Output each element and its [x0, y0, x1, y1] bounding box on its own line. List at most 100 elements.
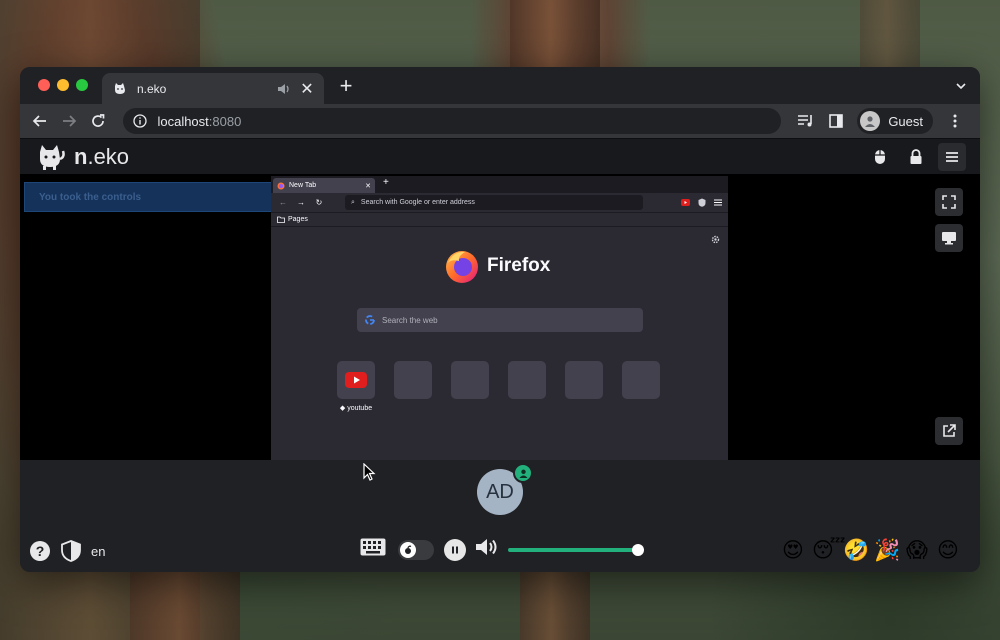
emoji-heart-eyes[interactable]: 😍 — [781, 538, 805, 562]
pause-button[interactable] — [444, 538, 466, 561]
external-link-icon — [943, 424, 956, 437]
top-site-tile[interactable] — [622, 361, 660, 399]
shield-extension-icon[interactable] — [698, 198, 706, 207]
profile-name: Guest — [888, 113, 923, 129]
firefox-forward-icon[interactable]: → — [295, 197, 307, 209]
shield-icon — [61, 540, 81, 562]
mouse-control-button[interactable] — [866, 143, 894, 171]
volume-high-icon — [476, 539, 497, 555]
firefox-address-bar[interactable]: ⌕ Search with Google or enter address — [345, 195, 643, 210]
side-menu-button[interactable] — [938, 143, 966, 171]
new-tab-button[interactable]: + — [336, 75, 356, 97]
neko-controls: AD ? en 😍 😴 🤣 🎉 😱 😊 — [20, 460, 980, 572]
neko-cat-icon — [115, 82, 125, 94]
chevron-down-icon[interactable] — [954, 79, 968, 93]
logo-bold: n — [74, 143, 88, 169]
host-user-icon — [513, 463, 533, 483]
reload-icon — [92, 114, 105, 127]
media-control-button[interactable] — [796, 111, 816, 131]
screen-resolution-button[interactable] — [935, 224, 963, 252]
firefox-bookmarks-bar: Pages — [271, 213, 728, 227]
emoji-rofl[interactable]: 🤣 — [843, 538, 869, 562]
firefox-logo-icon — [446, 251, 478, 283]
firefox-address-placeholder: Search with Google or enter address — [360, 199, 475, 206]
firefox-close-tab-icon[interactable]: ✕ — [365, 182, 371, 190]
neko-cat-logo-icon — [40, 144, 65, 170]
profile-button[interactable]: Guest — [857, 108, 933, 134]
control-toggle[interactable] — [398, 539, 434, 560]
mouse-cursor-icon — [363, 463, 376, 481]
emoji-scream[interactable]: 😱 — [905, 538, 929, 562]
close-tab-icon[interactable]: ✕ — [300, 79, 314, 99]
browser-toolbar: localhost:8080 Guest — [20, 104, 980, 138]
volume-slider[interactable] — [508, 543, 644, 556]
youtube-extension-icon[interactable] — [681, 199, 690, 206]
firefox-new-tab-button[interactable]: + — [383, 177, 389, 188]
lock-button[interactable] — [902, 143, 930, 171]
volume-slider-handle[interactable] — [631, 543, 644, 556]
arrow-left-icon — [32, 115, 46, 127]
browser-window: n.eko ✕ + localhost:8080 Guest n .eko Y… — [20, 67, 980, 572]
firefox-reload-icon[interactable]: ↻ — [313, 197, 325, 209]
fullscreen-button[interactable] — [935, 188, 963, 216]
kebab-menu-icon — [953, 114, 957, 128]
question-icon: ? — [30, 541, 50, 561]
firefox-menu-icon[interactable] — [714, 199, 722, 206]
firefox-search-placeholder: Search the web — [382, 315, 438, 325]
firefox-search-box[interactable]: Search the web — [357, 308, 643, 332]
keyboard-button[interactable] — [360, 538, 386, 561]
close-window-button[interactable] — [38, 79, 50, 91]
folder-icon — [277, 216, 285, 223]
speaker-icon[interactable] — [276, 82, 292, 96]
help-button[interactable]: ? — [29, 540, 51, 562]
firefox-tab-bar: New Tab ✕ + — [271, 176, 728, 193]
remote-video[interactable]: You took the controls New Tab ✕ + ← → ↻ … — [20, 174, 980, 460]
reload-button[interactable] — [88, 111, 107, 131]
address-bar[interactable]: localhost:8080 — [123, 108, 782, 134]
logo-rest: .eko — [87, 143, 130, 169]
tab-strip: n.eko ✕ + — [20, 67, 980, 104]
maximize-window-button[interactable] — [76, 79, 88, 91]
lock-open-icon — [405, 545, 412, 554]
security-button[interactable] — [60, 540, 82, 562]
popout-button[interactable] — [935, 417, 963, 445]
youtube-icon — [345, 372, 367, 388]
top-site-label-text: youtube — [347, 405, 373, 412]
browser-menu-button[interactable] — [945, 111, 965, 131]
back-button[interactable] — [30, 111, 49, 131]
neko-header: n .eko — [20, 138, 980, 174]
keyboard-icon — [360, 538, 386, 556]
pause-icon — [452, 546, 458, 553]
controls-banner: You took the controls — [24, 182, 282, 212]
tree-trunk-right — [860, 0, 920, 70]
gear-icon[interactable] — [711, 235, 720, 244]
top-site-tile[interactable] — [451, 361, 489, 399]
volume-button[interactable] — [474, 537, 502, 562]
side-panel-button[interactable] — [826, 111, 846, 131]
tab-neko[interactable]: n.eko ✕ — [102, 73, 324, 104]
monitor-icon — [942, 232, 956, 245]
neko-logo: n .eko — [36, 143, 129, 171]
svg-text:?: ? — [36, 543, 45, 559]
remote-firefox-window[interactable]: New Tab ✕ + ← → ↻ ⌕ Search with Google o… — [271, 176, 728, 460]
forward-button[interactable] — [59, 111, 78, 131]
emoji-smile[interactable]: 😊 — [936, 538, 960, 562]
language-selector[interactable]: en — [91, 544, 105, 559]
tree-trunk-center — [510, 0, 600, 70]
top-site-tile[interactable] — [337, 361, 375, 399]
minimize-window-button[interactable] — [57, 79, 69, 91]
top-site-tile[interactable] — [394, 361, 432, 399]
bookmark-folder-label[interactable]: Pages — [288, 216, 308, 223]
top-site-tile[interactable] — [508, 361, 546, 399]
emoji-sleeping[interactable]: 😴 — [812, 538, 846, 562]
side-panel-icon — [829, 114, 844, 128]
info-icon[interactable] — [133, 114, 148, 128]
tab-title: n.eko — [137, 81, 167, 96]
emoji-party[interactable]: 🎉 — [874, 538, 900, 562]
firefox-tab-new-tab[interactable]: New Tab ✕ — [273, 178, 375, 193]
top-site-tile[interactable] — [565, 361, 603, 399]
fullscreen-icon — [942, 195, 956, 209]
google-g-icon — [365, 315, 375, 325]
firefox-back-icon[interactable]: ← — [277, 197, 289, 209]
firefox-brand-name: Firefox — [487, 255, 551, 276]
